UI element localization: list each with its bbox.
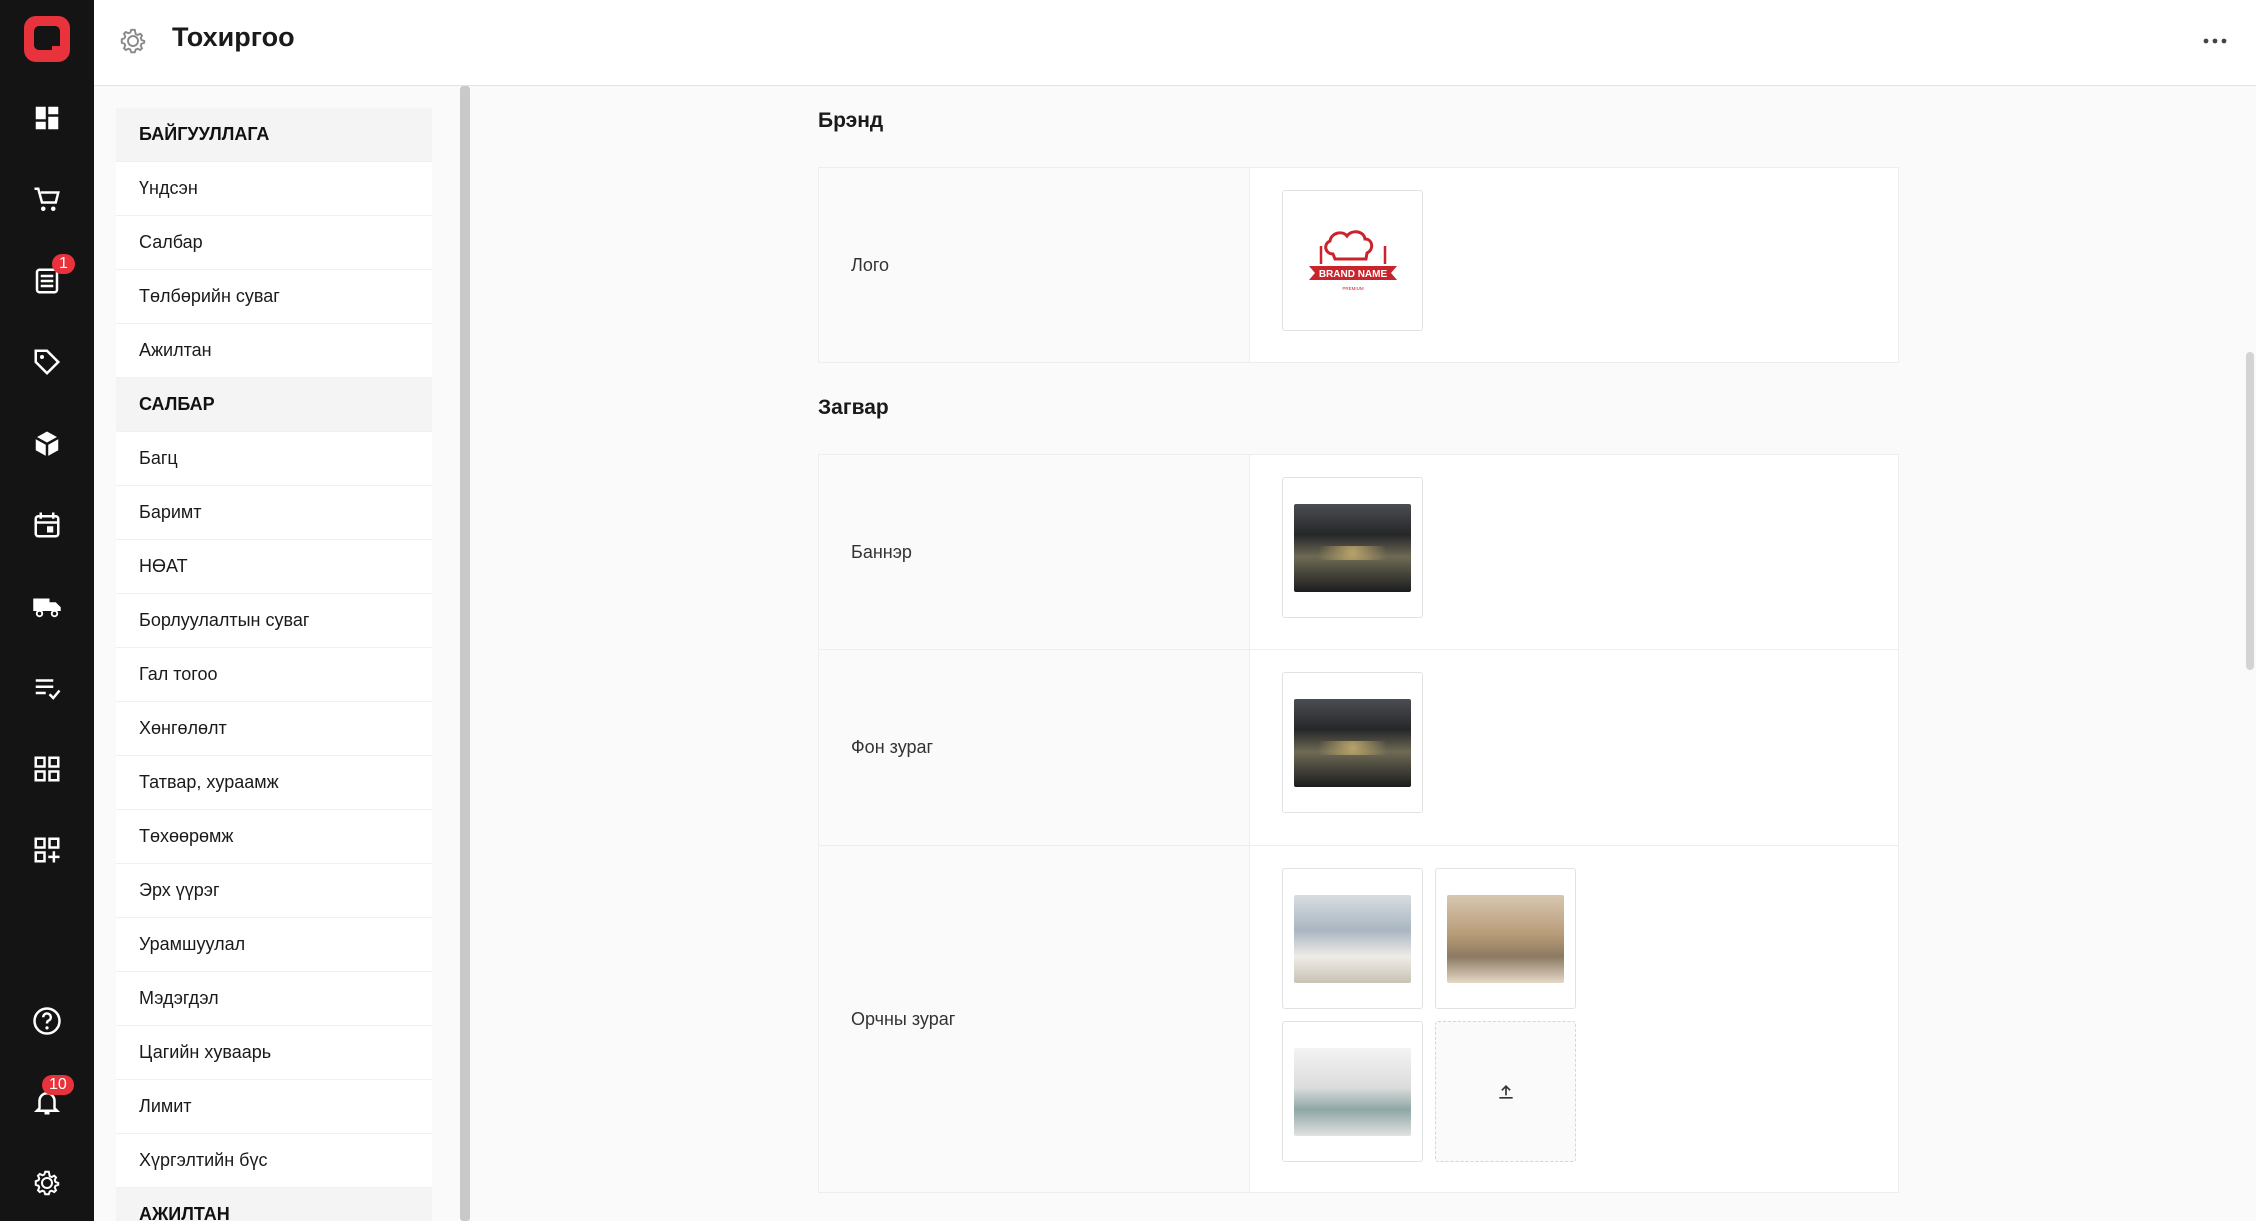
- room-photo-image: [1294, 894, 1411, 983]
- background-image: [1294, 698, 1411, 787]
- menu-item[interactable]: Цагийн хуваарь: [116, 1026, 432, 1080]
- banner-image: [1294, 503, 1411, 592]
- app-logo-icon[interactable]: [22, 14, 72, 64]
- app-rail: 1 10: [0, 0, 94, 1221]
- settings-content: Брэнд Лого BRAND NAME PREMIUM Загвар Бан…: [470, 86, 2256, 1221]
- gear-icon: [118, 26, 148, 56]
- dashboard-icon[interactable]: [29, 100, 65, 136]
- background-thumbnail[interactable]: [1282, 672, 1423, 813]
- tag-icon[interactable]: [29, 344, 65, 380]
- logo-label: Лого: [819, 168, 1250, 362]
- banner-row: Баннэр: [819, 455, 1898, 650]
- brand-card: Лого BRAND NAME PREMIUM: [818, 167, 1899, 363]
- room-photo-thumbnail[interactable]: [1435, 868, 1576, 1009]
- menu-item[interactable]: Татвар, хураамж: [116, 756, 432, 810]
- room-photos-label: Орчны зураг: [819, 846, 1250, 1192]
- menu-item[interactable]: Багц: [116, 432, 432, 486]
- menu-item[interactable]: Үндсэн: [116, 162, 432, 216]
- room-photo-thumbnail[interactable]: [1282, 868, 1423, 1009]
- menu-item[interactable]: Урамшуулал: [116, 918, 432, 972]
- banner-thumbnail[interactable]: [1282, 477, 1423, 618]
- logo-row: Лого BRAND NAME PREMIUM: [819, 168, 1898, 362]
- upload-photo-button[interactable]: [1435, 1021, 1576, 1162]
- package-icon[interactable]: [29, 426, 65, 462]
- menu-section-header: САЛБАР: [116, 378, 432, 432]
- page-scrollbar[interactable]: [2244, 86, 2256, 1221]
- background-row: Фон зураг: [819, 650, 1898, 846]
- brand-logo-icon: BRAND NAME PREMIUM: [1308, 229, 1397, 291]
- room-photo-image: [1447, 894, 1564, 983]
- menu-section-header: АЖИЛТАН: [116, 1188, 432, 1221]
- menu-item[interactable]: Төлбөрийн суваг: [116, 270, 432, 324]
- add-app-icon[interactable]: [29, 832, 65, 868]
- orders-badge: 1: [52, 254, 75, 274]
- menu-item[interactable]: Мэдэгдэл: [116, 972, 432, 1026]
- menu-item[interactable]: Төхөөрөмж: [116, 810, 432, 864]
- settings-icon[interactable]: [29, 1165, 65, 1201]
- brand-section-title: Брэнд: [818, 109, 884, 132]
- design-card: Баннэр Фон зураг Орчны зураг: [818, 454, 1899, 1193]
- room-photo-image: [1294, 1047, 1411, 1136]
- menu-item[interactable]: Ажилтан: [116, 324, 432, 378]
- more-options-icon[interactable]: [2200, 26, 2230, 56]
- upload-icon: [1498, 1084, 1513, 1099]
- menu-section-header: БАЙГУУЛЛАГА: [116, 108, 432, 162]
- calendar-icon[interactable]: [29, 507, 65, 543]
- help-icon[interactable]: [29, 1003, 65, 1039]
- menu-scrollbar[interactable]: [460, 86, 470, 1221]
- menu-item[interactable]: Лимит: [116, 1080, 432, 1134]
- delivery-truck-icon[interactable]: [29, 588, 65, 624]
- menu-item[interactable]: Борлуулалтын суваг: [116, 594, 432, 648]
- room-photos-row: Орчны зураг: [819, 846, 1898, 1192]
- checklist-icon[interactable]: [29, 670, 65, 706]
- menu-item[interactable]: Салбар: [116, 216, 432, 270]
- page-header: Тохиргоо: [94, 0, 2256, 86]
- design-section-title: Загвар: [818, 396, 889, 419]
- banner-label: Баннэр: [819, 455, 1250, 649]
- background-label: Фон зураг: [819, 650, 1250, 845]
- svg-text:PREMIUM: PREMIUM: [1342, 286, 1364, 291]
- grid-apps-icon[interactable]: [29, 751, 65, 787]
- menu-item[interactable]: НӨАТ: [116, 540, 432, 594]
- logo-thumbnail[interactable]: BRAND NAME PREMIUM: [1282, 190, 1423, 331]
- menu-item[interactable]: Эрх үүрэг: [116, 864, 432, 918]
- notifications-badge: 10: [42, 1075, 74, 1095]
- cart-icon[interactable]: [29, 182, 65, 218]
- menu-item[interactable]: Хүргэлтийн бүс: [116, 1134, 432, 1188]
- menu-item[interactable]: Гал тогоо: [116, 648, 432, 702]
- svg-text:BRAND NAME: BRAND NAME: [1318, 269, 1387, 280]
- menu-item[interactable]: Баримт: [116, 486, 432, 540]
- page-title: Тохиргоо: [172, 22, 295, 52]
- room-photo-thumbnail[interactable]: [1282, 1021, 1423, 1162]
- menu-item[interactable]: Хөнгөлөлт: [116, 702, 432, 756]
- settings-menu: БАЙГУУЛЛАГА Үндсэн Салбар Төлбөрийн суваг Аж…: [116, 108, 432, 1221]
